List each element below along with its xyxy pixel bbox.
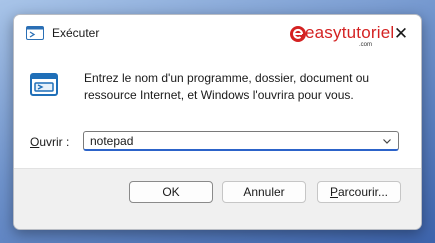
cancel-button[interactable]: Annuler — [222, 181, 306, 203]
run-icon — [30, 73, 58, 96]
brand-name: easytutoriel — [305, 23, 395, 42]
open-input-value[interactable]: notepad — [90, 134, 133, 148]
browse-button[interactable]: Parcourir... — [317, 181, 401, 203]
description-text: Entrez le nom d'un programme, dossier, d… — [84, 71, 370, 102]
run-icon — [26, 26, 44, 40]
browse-accesskey: P — [329, 185, 338, 199]
window-title: Exécuter — [52, 26, 100, 40]
title-bar[interactable]: Exécuter easytutoriel .com ✕ — [14, 15, 421, 53]
button-bar: OK Annuler Parcourir... — [14, 168, 421, 229]
dialog-content: Entrez le nom d'un programme, dossier, d… — [14, 53, 421, 168]
open-label: Ouvrir : — [30, 135, 69, 149]
open-combobox[interactable]: notepad — [83, 131, 399, 151]
run-dialog: Exécuter easytutoriel .com ✕ Entrez le n… — [13, 14, 422, 230]
close-button[interactable]: ✕ — [388, 21, 414, 47]
close-icon: ✕ — [393, 24, 409, 43]
open-label-accesskey: O — [30, 135, 40, 149]
open-label-text: uvrir : — [39, 135, 70, 149]
ok-button[interactable]: OK — [129, 181, 213, 203]
brand-domain: .com — [359, 42, 373, 48]
chevron-down-icon[interactable] — [382, 136, 392, 146]
browse-label: arcourir... — [338, 185, 389, 199]
